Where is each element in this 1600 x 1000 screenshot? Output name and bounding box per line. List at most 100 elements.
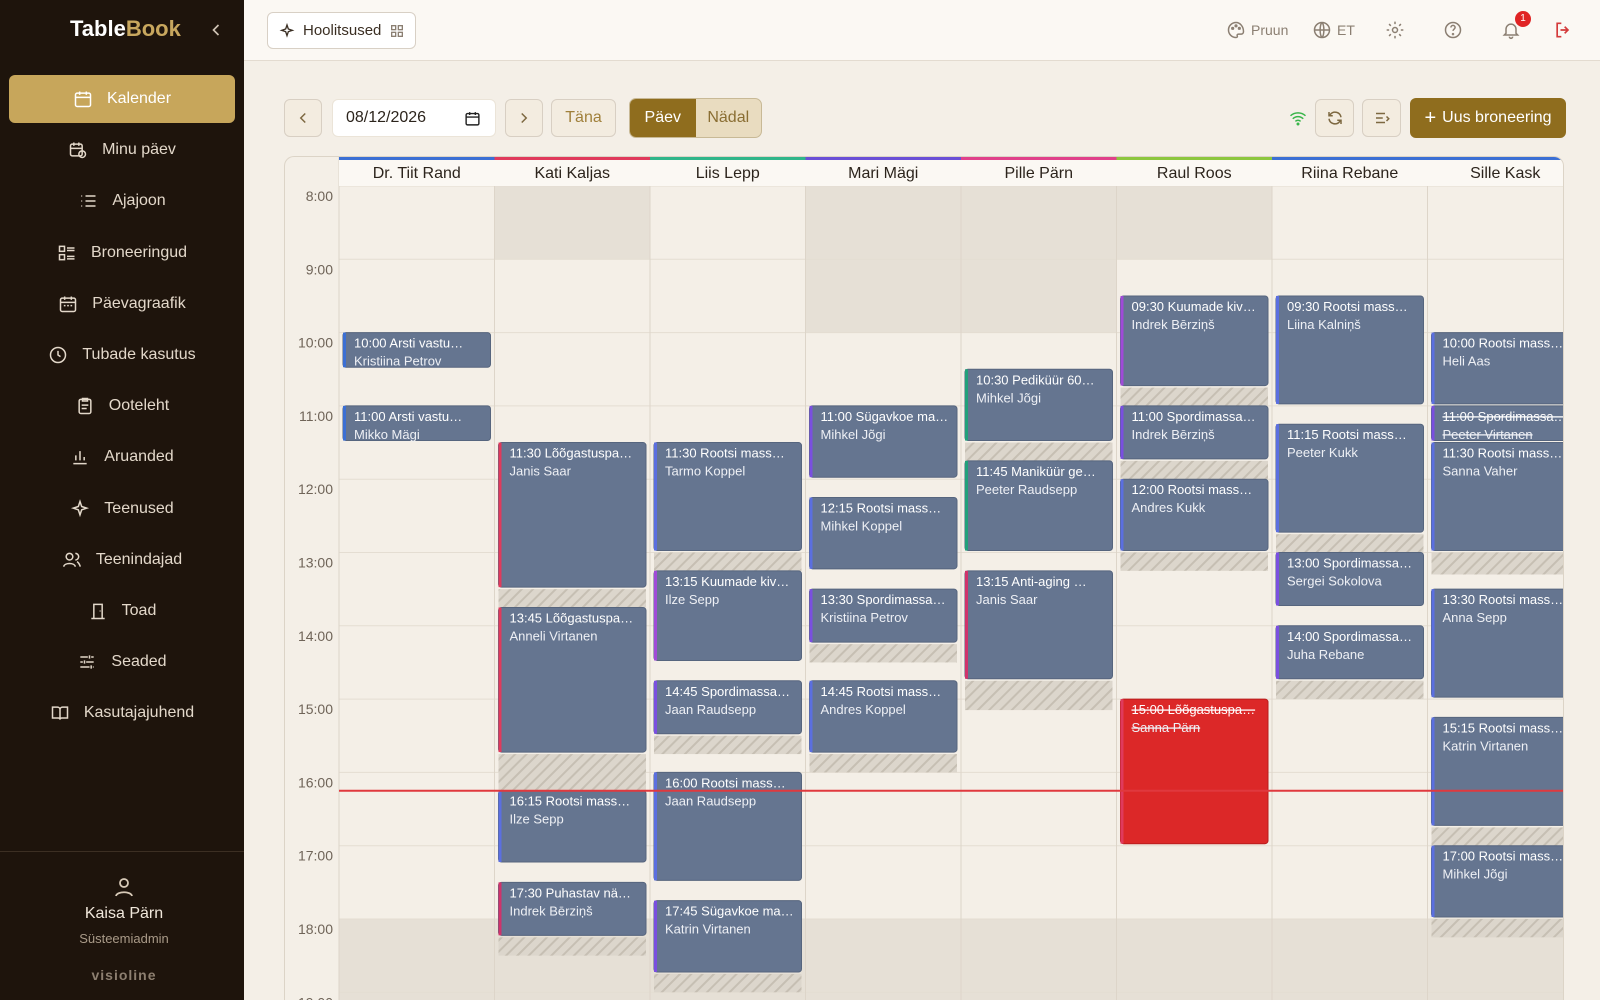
booking-client: Katrin Virtanen xyxy=(1443,738,1529,753)
column-header-accent xyxy=(339,157,495,160)
booking-client: Peeter Virtanen xyxy=(1443,427,1533,442)
sidebar-item-minu-päev[interactable]: Minu päev xyxy=(9,126,235,174)
booking-client: Kristiina Petrov xyxy=(354,354,442,369)
services-context-button[interactable]: Hoolitsused xyxy=(267,12,416,49)
booking-accent xyxy=(498,442,502,588)
booking-accent xyxy=(498,790,502,863)
sidebar-item-label: Tubade kasutus xyxy=(82,346,196,363)
buffer-block xyxy=(1120,387,1268,406)
settings-button[interactable] xyxy=(1385,20,1405,40)
sidebar-item-teenused[interactable]: Teenused xyxy=(9,485,235,533)
booking-title: 14:00 Spordimassa… xyxy=(1287,629,1412,644)
sidebar-item-aruanded[interactable]: Aruanded xyxy=(9,433,235,481)
hour-label: 8:00 xyxy=(306,188,333,204)
collapse-sidebar-icon[interactable] xyxy=(206,20,226,40)
sidebar-item-ajajoon[interactable]: Ajajoon xyxy=(9,177,235,225)
list-ordered-icon xyxy=(81,195,96,208)
booking-client: Andres Koppel xyxy=(821,702,906,717)
sort-button[interactable] xyxy=(1362,99,1401,137)
sidebar-item-teenindajad[interactable]: Teenindajad xyxy=(9,536,235,584)
booking-title: 13:30 Rootsi mass… xyxy=(1443,592,1564,607)
booking-client: Heli Aas xyxy=(1443,354,1491,369)
booking-accent xyxy=(654,900,657,972)
booking-client: Janis Saar xyxy=(976,592,1038,607)
date-input[interactable]: 08/12/2026 xyxy=(332,99,496,137)
booking-accent xyxy=(1120,699,1124,844)
globe-icon xyxy=(1313,21,1331,39)
sidebar-item-kasutajajuhend[interactable]: Kasutajajuhend xyxy=(9,689,235,737)
palette-icon xyxy=(1227,21,1245,39)
booking-client: Andres Kukk xyxy=(1132,500,1206,515)
view-day-button[interactable]: Päev xyxy=(630,99,696,137)
view-week-button[interactable]: Nädal xyxy=(696,99,762,137)
booking-client: Ilze Sepp xyxy=(510,812,564,827)
booking-title: 11:30 Lõõgastuspa… xyxy=(510,446,633,461)
booking-client: Mihkel Jõgi xyxy=(1443,867,1508,882)
new-booking-button[interactable]: + Uus broneering xyxy=(1410,98,1566,138)
calendar-picker-icon[interactable] xyxy=(464,110,481,127)
hour-label: 16:00 xyxy=(298,774,333,790)
users-icon xyxy=(62,552,81,567)
sidebar-item-seaded[interactable]: Seaded xyxy=(9,638,235,686)
calendar-grid: 8:00 9:00 10:00 11:00 12:00 13:00 14:00 15:00 16… xyxy=(284,156,1564,1000)
sidebar-item-tubade-kasutus[interactable]: Tubade kasutus xyxy=(9,331,235,379)
booking-client: Katrin Virtanen xyxy=(665,922,751,937)
hour-label: 14:00 xyxy=(298,628,333,644)
view-toggle: Päev Nädal xyxy=(629,98,762,138)
booking-title: 13:45 Lõõgastuspa… xyxy=(510,610,634,625)
booking-accent xyxy=(498,607,502,753)
booking-title: 14:45 Rootsi mass… xyxy=(821,684,942,699)
sidebar-item-broneeringud[interactable]: Broneeringud xyxy=(9,229,235,277)
hour-label: 11:00 xyxy=(299,408,333,424)
buffer-block xyxy=(498,589,646,608)
refresh-button[interactable] xyxy=(1315,99,1354,137)
clipboard-icon xyxy=(78,397,92,415)
list-grid-icon xyxy=(58,245,75,261)
buffer-block xyxy=(498,937,646,956)
plus-icon: + xyxy=(1424,106,1437,129)
language-label: ET xyxy=(1337,22,1355,38)
next-day-button[interactable] xyxy=(505,99,543,137)
help-icon xyxy=(1444,21,1462,39)
sidebar-item-label: Aruanded xyxy=(104,448,174,466)
booking-title: 15:15 Rootsi mass… xyxy=(1443,720,1564,735)
sidebar-divider xyxy=(0,851,244,852)
booking-client: Anna Sepp xyxy=(1443,610,1507,625)
buffer-block xyxy=(498,754,646,791)
sidebar-item-label: Päevagraafik xyxy=(92,294,186,312)
booking-client: Mihkel Jõgi xyxy=(976,390,1041,405)
sidebar-item-ooteleht[interactable]: Ooteleht xyxy=(9,382,235,430)
hour-label: 18:00 xyxy=(298,921,333,937)
booking-title: 15:00 Lõõgastuspa… xyxy=(1132,702,1256,717)
sidebar-item-label: Kalender xyxy=(106,90,172,107)
booking-client: Mikko Mägi xyxy=(354,427,420,442)
column-header-accent xyxy=(494,157,650,160)
booking-client: Anneli Virtanen xyxy=(510,628,598,643)
staff-name: Sille Kask xyxy=(1470,165,1541,182)
booking-accent xyxy=(498,882,502,936)
calendar-icon xyxy=(74,91,92,108)
theme-label: Pruun xyxy=(1251,22,1289,38)
sidebar-item-päevagraafik[interactable]: Päevagraafik xyxy=(9,280,235,328)
today-button[interactable]: Täna xyxy=(551,99,616,137)
buffer-block xyxy=(1431,552,1563,575)
booking-client: Jaan Raudsepp xyxy=(665,793,756,808)
language-switcher[interactable]: ET xyxy=(1312,20,1355,40)
logout-button[interactable] xyxy=(1553,20,1573,40)
user-name: Kaisa Pärn xyxy=(84,905,164,922)
prev-day-button[interactable] xyxy=(284,99,322,137)
gear-icon xyxy=(1386,21,1404,39)
clock-icon xyxy=(50,346,67,364)
buffer-block xyxy=(965,442,1113,461)
sidebar-item-toad[interactable]: Toad xyxy=(9,587,235,635)
booking-accent xyxy=(1120,295,1124,386)
sidebar-item-label: Ooteleht xyxy=(108,397,170,415)
help-button[interactable] xyxy=(1443,20,1463,40)
date-value: 08/12/2026 xyxy=(346,109,427,126)
booking-title: 13:15 Kuumade kiv… xyxy=(665,574,789,589)
theme-switcher[interactable]: Pruun xyxy=(1226,20,1288,40)
logout-icon xyxy=(1556,22,1570,38)
booking-client: Peeter Kukk xyxy=(1287,445,1358,460)
buffer-block xyxy=(809,754,957,773)
sidebar-item-kalender[interactable]: Kalender xyxy=(9,75,235,123)
